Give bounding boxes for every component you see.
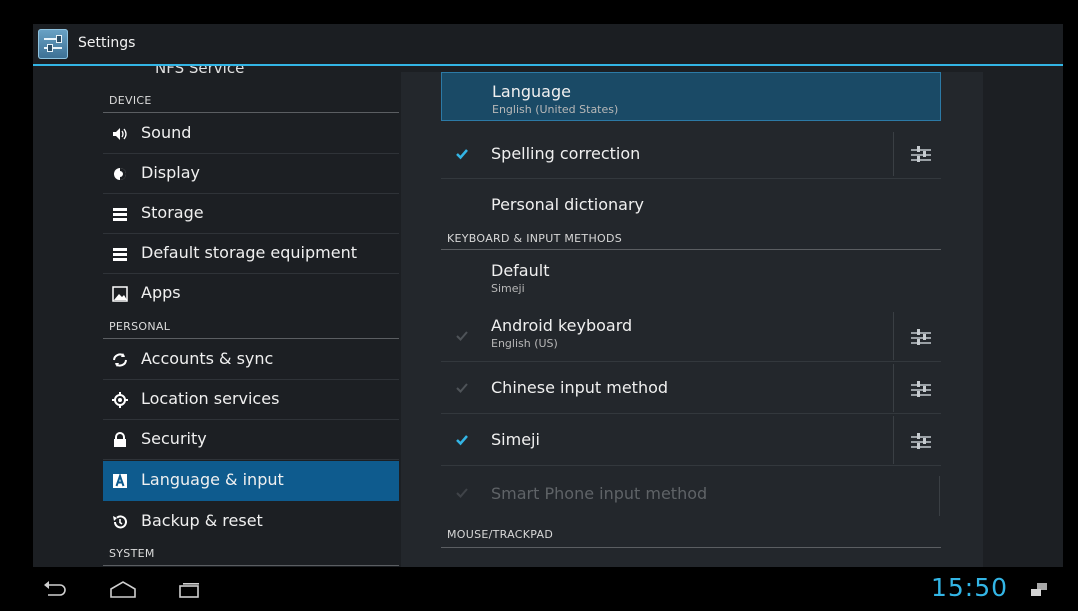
pref-simeji[interactable]: Simeji: [441, 414, 941, 466]
sidebar-item-label: Backup & reset: [141, 511, 263, 530]
checkbox-checked-icon[interactable]: [455, 433, 469, 447]
divider: [939, 476, 940, 516]
pref-summary: English (US): [491, 337, 558, 350]
status-clock: 15:50: [931, 573, 1009, 602]
settings-sliders-icon[interactable]: [911, 433, 931, 449]
brightness-icon: [111, 165, 129, 183]
pref-title: Default: [491, 261, 550, 280]
divider: [103, 112, 399, 113]
settings-app-icon[interactable]: [38, 29, 68, 59]
lock-icon: [111, 431, 129, 449]
divider: [103, 565, 399, 566]
sidebar-item-language-input[interactable]: Language & input: [103, 461, 399, 501]
speaker-icon: [111, 125, 129, 143]
pref-summary: English (United States): [492, 103, 619, 116]
sidebar-item-accounts-sync[interactable]: Accounts & sync: [103, 340, 399, 380]
settings-sliders-icon[interactable]: [911, 146, 931, 162]
section-header-mouse-trackpad: MOUSE/TRACKPAD: [447, 528, 554, 541]
pref-smart-phone-input-method: Smart Phone input method: [441, 468, 941, 518]
network-icon: [1031, 582, 1047, 596]
pref-language[interactable]: Language English (United States): [441, 72, 941, 121]
divider: [893, 132, 894, 176]
sidebar-item-default-storage-equipment[interactable]: Default storage equipment: [103, 234, 399, 274]
pref-title: Personal dictionary: [491, 195, 644, 214]
section-header-system: SYSTEM: [109, 547, 155, 560]
language-input-panel: Language English (United States) Spellin…: [401, 72, 983, 567]
divider: [893, 312, 894, 360]
sidebar-item-label: Language & input: [141, 470, 284, 489]
divider: [103, 338, 399, 339]
apps-icon: [111, 285, 129, 303]
sidebar-item-display[interactable]: Display: [103, 154, 399, 194]
section-header-device: DEVICE: [109, 94, 152, 107]
home-icon[interactable]: [108, 577, 136, 601]
checkbox-checked-icon[interactable]: [455, 147, 469, 161]
backup-icon: [111, 513, 129, 531]
divider: [893, 364, 894, 412]
settings-headers-list[interactable]: NFS Service DEVICE Sound Display Storage: [103, 66, 399, 567]
language-icon: [111, 472, 129, 490]
checkbox-checked-icon: [455, 381, 469, 395]
pref-title: Simeji: [491, 430, 540, 449]
section-header-personal: PERSONAL: [109, 320, 171, 333]
sidebar-item-sound[interactable]: Sound: [103, 114, 399, 154]
pref-summary: Simeji: [491, 282, 525, 295]
divider: [441, 465, 941, 466]
action-bar: Settings: [33, 24, 1063, 66]
location-icon: [111, 391, 129, 409]
sidebar-item-apps[interactable]: Apps: [103, 274, 399, 314]
sidebar-item-storage[interactable]: Storage: [103, 194, 399, 234]
pref-title: Spelling correction: [491, 144, 641, 163]
pref-chinese-input-method[interactable]: Chinese input method: [441, 362, 941, 414]
sidebar-item-label: Display: [141, 163, 200, 182]
sync-icon: [111, 351, 129, 369]
recent-apps-icon[interactable]: [176, 577, 204, 601]
sidebar-item-nfs-service[interactable]: NFS Service: [155, 66, 244, 77]
divider: [441, 249, 941, 250]
divider: [441, 547, 941, 548]
settings-sliders-icon[interactable]: [911, 329, 931, 345]
pref-android-keyboard[interactable]: Android keyboard English (US): [441, 310, 941, 362]
section-header-keyboard: KEYBOARD & INPUT METHODS: [447, 232, 623, 245]
storage-icon: [111, 245, 129, 263]
pref-title: Chinese input method: [491, 378, 669, 397]
sidebar-item-label: Storage: [141, 203, 204, 222]
action-bar-title: Settings: [78, 35, 136, 51]
settings-content: NFS Service DEVICE Sound Display Storage: [33, 66, 1063, 567]
back-icon[interactable]: [40, 577, 68, 601]
storage-icon: [111, 205, 129, 223]
pref-personal-dictionary[interactable]: Personal dictionary: [441, 179, 941, 231]
sidebar-item-label: Sound: [141, 123, 192, 142]
sidebar-item-label: Default storage equipment: [141, 243, 357, 262]
sidebar-item-label: Location services: [141, 389, 280, 408]
pref-spelling-correction[interactable]: Spelling correction: [441, 129, 941, 179]
sidebar-item-backup-reset[interactable]: Backup & reset: [103, 502, 399, 542]
sidebar-item-label: Apps: [141, 283, 181, 302]
pref-title: Android keyboard: [491, 316, 633, 335]
checkbox-checked-icon: [455, 329, 469, 343]
sidebar-item-label: Accounts & sync: [141, 349, 274, 368]
sidebar-item-location-services[interactable]: Location services: [103, 380, 399, 420]
checkbox-checked-icon: [455, 486, 469, 500]
navigation-bar: [0, 567, 1078, 611]
pref-default-input[interactable]: Default Simeji: [441, 254, 941, 304]
divider: [893, 416, 894, 464]
pref-title: Smart Phone input method: [491, 484, 708, 503]
sidebar-item-security[interactable]: Security: [103, 420, 399, 460]
settings-sliders-icon[interactable]: [911, 381, 931, 397]
sidebar-item-label: Security: [141, 429, 207, 448]
pref-title: Language: [492, 82, 571, 101]
